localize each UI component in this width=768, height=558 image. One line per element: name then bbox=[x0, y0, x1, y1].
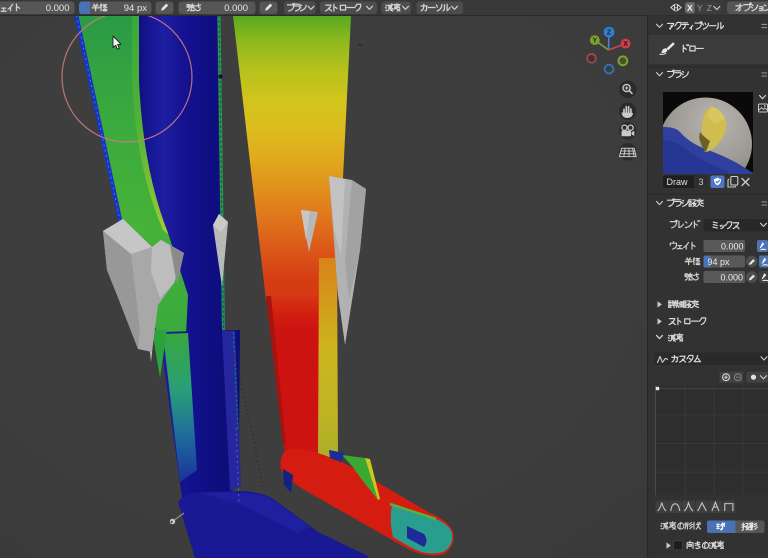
svg-text:Y: Y bbox=[697, 3, 703, 13]
svg-text:0.000: 0.000 bbox=[46, 3, 70, 14]
svg-text:X: X bbox=[623, 41, 628, 48]
svg-text:Z: Z bbox=[607, 30, 612, 37]
svg-text:94 px: 94 px bbox=[707, 257, 730, 267]
svg-text:Draw: Draw bbox=[667, 177, 689, 187]
svg-text:0.000: 0.000 bbox=[224, 3, 248, 14]
svg-text:X: X bbox=[687, 3, 693, 13]
svg-text:0.000: 0.000 bbox=[721, 242, 744, 252]
svg-text:94 px: 94 px bbox=[124, 3, 147, 14]
svg-text:Y: Y bbox=[592, 38, 597, 45]
svg-text:3: 3 bbox=[698, 177, 703, 187]
svg-text:0.000: 0.000 bbox=[720, 273, 743, 283]
svg-text:Z: Z bbox=[707, 3, 712, 13]
